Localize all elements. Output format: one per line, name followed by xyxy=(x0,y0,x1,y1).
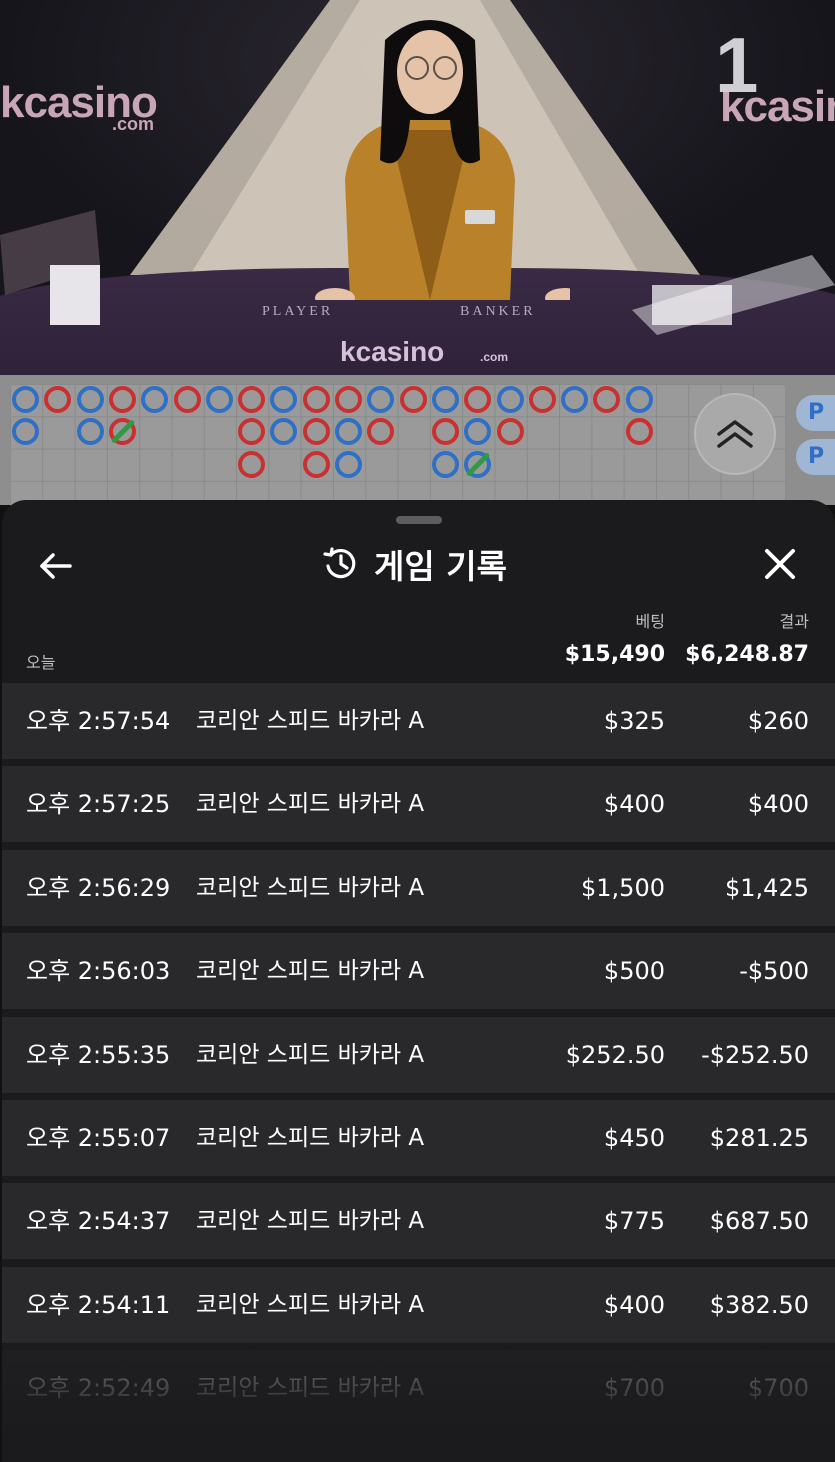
chevron-double-up-icon xyxy=(717,420,753,448)
discard-tray xyxy=(632,255,835,335)
history-icon xyxy=(323,547,356,579)
history-row[interactable]: 오후 2:54:11 코리안 스피드 바카라 A $400 $382.50 xyxy=(2,1266,835,1343)
table-label-banker: BANKER xyxy=(460,304,536,319)
banker-bead xyxy=(173,386,201,413)
history-row-result: -$252.50 xyxy=(701,1040,809,1069)
banker-bead xyxy=(238,450,266,478)
table-label-player: PLAYER xyxy=(262,304,334,319)
player-bead xyxy=(335,450,362,478)
banker-bead xyxy=(464,386,492,413)
history-row-result: $281.25 xyxy=(709,1123,809,1152)
history-row-result: $687.50 xyxy=(709,1207,809,1236)
table-brand-logo-sub: .com xyxy=(480,350,509,364)
history-row-result: $382.50 xyxy=(709,1290,809,1319)
banker-bead xyxy=(302,450,330,478)
drag-handle[interactable] xyxy=(396,516,442,524)
sheet-title: 게임 기록 xyxy=(374,547,507,586)
history-row[interactable]: 오후 2:55:07 코리안 스피드 바카라 A $450 $281.25 xyxy=(2,1099,835,1176)
history-row-result: $400 xyxy=(747,790,809,819)
column-header-result: 결과 xyxy=(779,612,809,631)
history-row[interactable]: 오후 2:57:25 코리안 스피드 바카라 A $400 $400 xyxy=(2,766,835,843)
game-history-sheet: 게임 기록 베팅 결과 오늘 $15,490 $6,248.87 오후 2:57… xyxy=(2,500,835,1462)
player-bead xyxy=(76,418,104,446)
live-dealer-video: kcasino .com kcasino kcasino .com PLAYER… xyxy=(0,0,835,375)
sheet-title-group: 게임 기록 xyxy=(322,540,507,588)
player-bead xyxy=(431,450,459,478)
history-row[interactable]: 오후 2:56:29 코리안 스피드 바카라 A $1,500 $1,425 xyxy=(2,849,835,926)
side-chip-player: P xyxy=(796,395,835,431)
banker-bead xyxy=(496,418,524,446)
banker-bead xyxy=(108,386,136,413)
history-row-result: -$500 xyxy=(739,957,809,986)
banker-bead xyxy=(335,386,362,413)
close-icon xyxy=(765,549,795,579)
player-bead xyxy=(625,386,653,413)
banker-bead xyxy=(431,418,459,446)
round-number: 1 xyxy=(715,21,759,109)
player-bead xyxy=(12,386,39,413)
history-row-result: $260 xyxy=(747,707,809,735)
history-row[interactable]: 오후 2:54:37 코리안 스피드 바카라 A $775 $687.50 xyxy=(2,1183,835,1260)
expand-roadmap-button[interactable] xyxy=(694,393,776,475)
history-row-result: $1,425 xyxy=(725,873,809,902)
history-row[interactable]: 오후 2:56:03 코리안 스피드 바카라 A $500 -$500 xyxy=(2,933,835,1010)
player-bead xyxy=(76,386,104,413)
banker-bead xyxy=(399,386,427,413)
dealer-image xyxy=(315,20,570,300)
banker-bead xyxy=(302,386,330,413)
history-row[interactable]: 오후 2:57:54 코리안 스피드 바카라 A $325 $260 xyxy=(2,683,835,759)
table-brand-logo: kcasino xyxy=(340,336,445,367)
arrow-left-icon xyxy=(40,553,72,579)
brand-logo-left-sub: .com xyxy=(112,114,155,134)
player-bead xyxy=(496,386,524,413)
road-map: P P xyxy=(0,375,835,509)
card-shoe xyxy=(0,210,100,325)
total-result: $6,248.87 xyxy=(685,642,809,667)
banker-bead xyxy=(528,386,556,413)
player-bead xyxy=(141,386,169,413)
banker-bead xyxy=(302,418,330,446)
history-row-result: $700 xyxy=(747,1374,809,1403)
history-row[interactable]: 오후 2:55:35 코리안 스피드 바카라 A $252.50 -$252.50 xyxy=(2,1016,835,1093)
history-list: 오후 2:57:54 코리안 스피드 바카라 A $325 $260 오후 2:57:2… xyxy=(2,683,835,1434)
banker-bead xyxy=(238,386,266,413)
sheet-header: 게임 기록 xyxy=(2,536,835,592)
player-bead xyxy=(561,386,589,413)
close-button[interactable] xyxy=(760,544,800,584)
player-bead xyxy=(431,386,459,413)
history-row[interactable]: 오후 2:52:49 코리안 스피드 바카라 A $700 $700 xyxy=(2,1350,835,1427)
side-chip-player: P xyxy=(796,439,835,475)
back-button[interactable] xyxy=(36,546,76,586)
banker-bead xyxy=(625,418,653,446)
player-bead xyxy=(205,386,233,413)
